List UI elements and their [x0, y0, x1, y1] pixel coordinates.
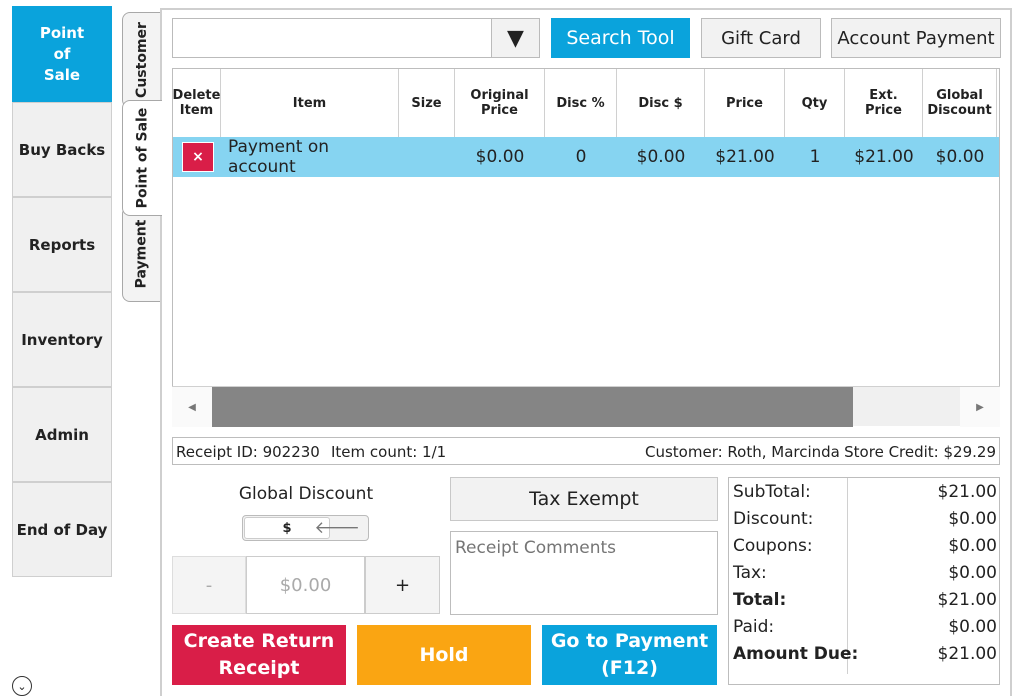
nav-buy-backs[interactable]: Buy Backs [12, 102, 112, 197]
customer-name: Customer: Roth, Marcinda [645, 443, 840, 461]
coupons-label: Coupons: [733, 536, 813, 556]
nav-end-of-day[interactable]: End of Day [12, 482, 112, 577]
receipt-info-bar: Receipt ID: 902230 Item count: 1/1 Custo… [172, 437, 1000, 465]
discount-value: $0.00 [948, 509, 997, 529]
tax-value: $0.00 [948, 563, 997, 583]
col-disc-amt: Disc $ [617, 69, 705, 137]
totals-row-discount: Discount: $0.00 [729, 506, 1001, 533]
go-to-payment-button[interactable]: Go to Payment (F12) [542, 625, 717, 685]
discount-plus-button[interactable]: + [365, 556, 440, 614]
line-items-grid: Delete Item Item Size Original Price Dis… [172, 68, 1000, 426]
discount-mode-toggle[interactable]: $ 🡐 [242, 515, 369, 541]
totals-row-subtotal: SubTotal: $21.00 [729, 479, 1001, 506]
tab-point-of-sale[interactable]: Point of Sale [122, 100, 162, 216]
tab-payment-label: Payment [133, 219, 150, 289]
cell-price[interactable]: $21.00 [705, 137, 785, 177]
scroll-left-icon[interactable]: ◀ [172, 387, 212, 427]
store-credit: Store Credit: $29.29 [844, 443, 996, 461]
col-size: Size [399, 69, 455, 137]
amount-due-value: $21.00 [937, 644, 997, 664]
table-row[interactable]: × Payment on account $0.00 0 $0.00 $21.0… [173, 137, 999, 177]
col-original-price: Original Price [455, 69, 545, 137]
discount-minus-button[interactable]: - [172, 556, 246, 614]
col-disc-pct: Disc % [545, 69, 617, 137]
total-value: $21.00 [937, 590, 997, 610]
totals-row-total: Total: $21.00 [729, 587, 1001, 614]
tab-customer-label: Customer [133, 22, 150, 98]
cell-original-price: $0.00 [475, 147, 525, 167]
chevron-down-circle-icon[interactable]: ⌄ [12, 676, 32, 696]
cell-qty[interactable]: 1 [785, 137, 845, 177]
cell-size [399, 137, 455, 177]
search-input[interactable] [172, 18, 492, 58]
discount-label: Discount: [733, 509, 814, 529]
nav-admin[interactable]: Admin [12, 387, 112, 482]
delete-item-button[interactable]: × [182, 142, 214, 172]
receipt-comments-input[interactable] [450, 531, 718, 615]
account-payment-button[interactable]: Account Payment [831, 18, 1001, 58]
cell-disc-amt[interactable]: $0.00 [617, 137, 705, 177]
gift-card-button[interactable]: Gift Card [701, 18, 821, 58]
tab-customer[interactable]: Customer [122, 12, 160, 108]
total-label: Total: [733, 590, 787, 610]
subtotal-value: $21.00 [937, 482, 997, 502]
global-discount-label: Global Discount [238, 484, 374, 504]
col-delete-item: Delete Item [173, 69, 221, 137]
nav-point-of-sale[interactable]: Point of Sale [12, 6, 112, 102]
totals-panel: SubTotal: $21.00 Discount: $0.00 Coupons: $… [728, 477, 1000, 685]
coupons-value: $0.00 [948, 536, 997, 556]
totals-row-paid: Paid: $0.00 [729, 614, 1001, 641]
hold-button[interactable]: Hold [357, 625, 531, 685]
dropdown-arrow-icon[interactable]: ▼ [491, 18, 540, 58]
receipt-id: Receipt ID: 902230 [176, 443, 320, 461]
totals-row-tax: Tax: $0.00 [729, 560, 1001, 587]
col-ext-price: Ext. Price [845, 69, 923, 137]
cell-disc-pct[interactable]: 0 [545, 137, 617, 177]
cell-ext-price: $21.00 [854, 147, 914, 167]
tab-point-of-sale-label: Point of Sale [134, 107, 151, 209]
amount-due-label: Amount Due: [733, 644, 859, 664]
totals-row-coupons: Coupons: $0.00 [729, 533, 1001, 560]
tax-label: Tax: [733, 563, 767, 583]
arrow-left-icon: 🡐 [314, 518, 360, 538]
tax-exempt-button[interactable]: Tax Exempt [450, 477, 718, 521]
scroll-right-icon[interactable]: ▶ [960, 387, 1000, 427]
cell-global-discount: $0.00 [935, 147, 985, 167]
totals-row-amount-due: Amount Due: $21.00 [729, 641, 1001, 668]
cell-item: Payment on account [228, 137, 330, 177]
col-item: Item [221, 69, 399, 137]
col-price: Price [705, 69, 785, 137]
col-global-discount: Global Discount [923, 69, 997, 137]
paid-value: $0.00 [948, 617, 997, 637]
tab-payment[interactable]: Payment [122, 206, 160, 302]
horizontal-scrollbar[interactable]: ◀ ▶ [172, 386, 1000, 427]
nav-reports[interactable]: Reports [12, 197, 112, 292]
discount-value-field[interactable]: $0.00 [246, 556, 365, 614]
col-qty: Qty [785, 69, 845, 137]
create-return-receipt-button[interactable]: Create Return Receipt [172, 625, 346, 685]
scrollbar-thumb[interactable] [212, 387, 853, 427]
item-count: Item count: 1/1 [331, 443, 447, 461]
search-tool-button[interactable]: Search Tool [551, 18, 690, 58]
subtotal-label: SubTotal: [733, 482, 811, 502]
paid-label: Paid: [733, 617, 775, 637]
nav-inventory[interactable]: Inventory [12, 292, 112, 387]
